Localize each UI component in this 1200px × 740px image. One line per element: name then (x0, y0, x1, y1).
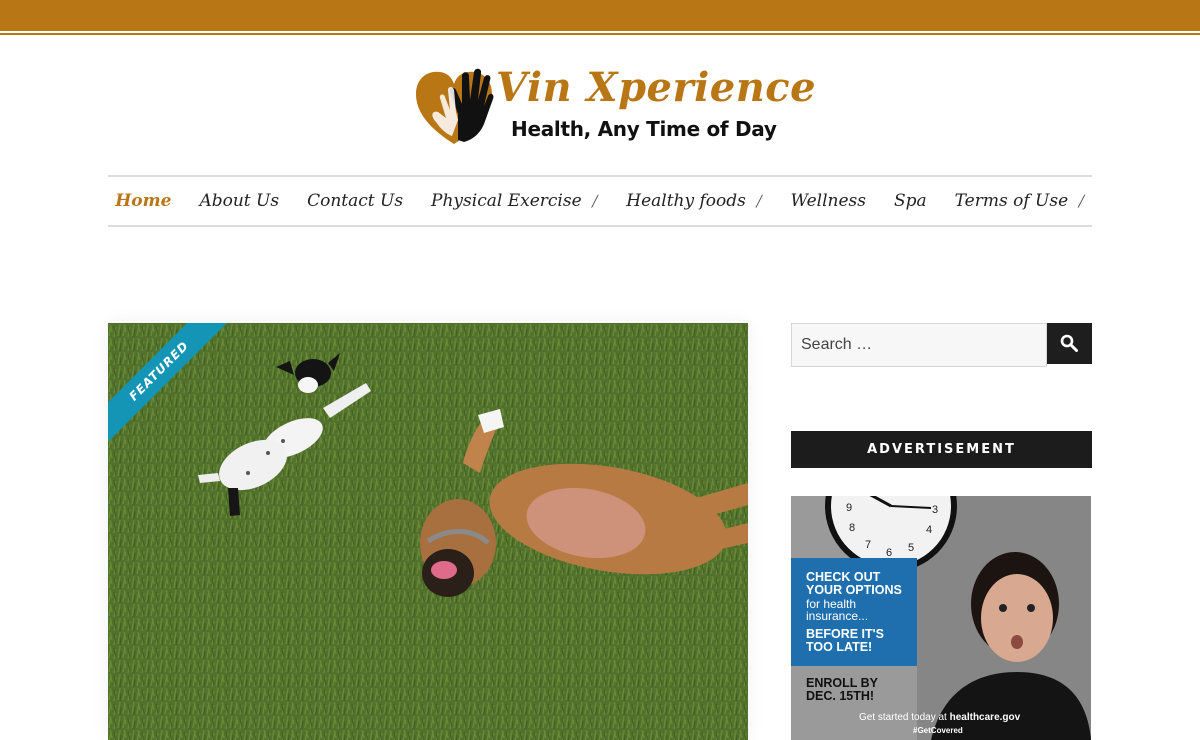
site-logo[interactable]: Vin Xperience Health, Any Time of Day (414, 62, 816, 148)
featured-ribbon: FEATURED (108, 323, 228, 443)
search-input[interactable] (791, 323, 1047, 367)
main-navigation: Home About Us Contact Us Physical Exercise ╱… (108, 175, 1092, 227)
nav-item-home[interactable]: Home (101, 191, 185, 211)
nav-item-physical-exercise[interactable]: Physical Exercise ╱ (417, 191, 612, 211)
ad-before-late-text: BEFORE IT'S TOO LATE! (806, 627, 884, 654)
nav-item-spa[interactable]: Spa (880, 191, 941, 211)
hands-heart-logo-icon (416, 68, 494, 144)
nav-item-label: Contact Us (307, 191, 404, 211)
nav-item-label: Home (115, 191, 172, 211)
clock-number: 4 (926, 524, 932, 536)
ad-subtitle-text: for health insurance... (806, 597, 869, 623)
clock-numerals: 9 3 8 4 7 6 5 (846, 502, 938, 559)
nav-item-about-us[interactable]: About Us (185, 191, 293, 211)
site-title: Vin Xperience (496, 64, 817, 111)
ad-hashtag: #GetCovered (913, 726, 963, 735)
site-tagline: Health, Any Time of Day (511, 117, 777, 141)
top-accent-line (0, 33, 1200, 35)
nav-item-label: Spa (893, 191, 927, 211)
nav-item-terms-of-use[interactable]: Terms of Use ╱ (941, 191, 1099, 211)
nav-item-label: About Us (199, 191, 280, 211)
nav-item-label: Terms of Use (954, 191, 1069, 211)
nav-menu: Home About Us Contact Us Physical Exercise ╱… (108, 177, 1092, 225)
health-insurance-ad[interactable]: 9 3 8 4 7 6 5 CHECK OUT YOUR OPTIONS for… (791, 496, 1091, 740)
nav-item-healthy-foods[interactable]: Healthy foods ╱ (612, 191, 776, 211)
clock-number: 7 (865, 539, 871, 551)
clock-number: 8 (849, 522, 855, 534)
search-icon (1060, 334, 1078, 352)
ad-check-out-text: CHECK OUT YOUR OPTIONS (806, 570, 902, 597)
submenu-caret-icon[interactable]: ╱ (1078, 195, 1085, 208)
search-button[interactable] (1047, 323, 1092, 364)
ad-enroll-text: ENROLL BY DEC. 15TH! (806, 676, 878, 703)
nav-item-contact-us[interactable]: Contact Us (293, 191, 417, 211)
top-accent-bar (0, 0, 1200, 31)
nav-item-label: Wellness (790, 191, 866, 211)
submenu-caret-icon[interactable]: ╱ (756, 195, 763, 208)
featured-post-card[interactable]: FEATURED (108, 323, 748, 740)
advertisement-heading: ADVERTISEMENT (791, 431, 1092, 468)
featured-badge: FEATURED (108, 323, 228, 443)
search-form (791, 323, 1092, 367)
nav-item-label: Healthy foods (626, 191, 746, 211)
clock-number: 9 (846, 502, 852, 514)
ad-site-link[interactable]: healthcare.gov (950, 712, 1021, 723)
clock-number: 3 (932, 504, 938, 516)
ad-get-started-text: Get started today at healthcare.gov (859, 712, 1021, 723)
nav-item-wellness[interactable]: Wellness (777, 191, 880, 211)
nav-item-label: Physical Exercise (431, 191, 582, 211)
submenu-caret-icon[interactable]: ╱ (592, 195, 599, 208)
clock-number: 5 (908, 542, 914, 554)
